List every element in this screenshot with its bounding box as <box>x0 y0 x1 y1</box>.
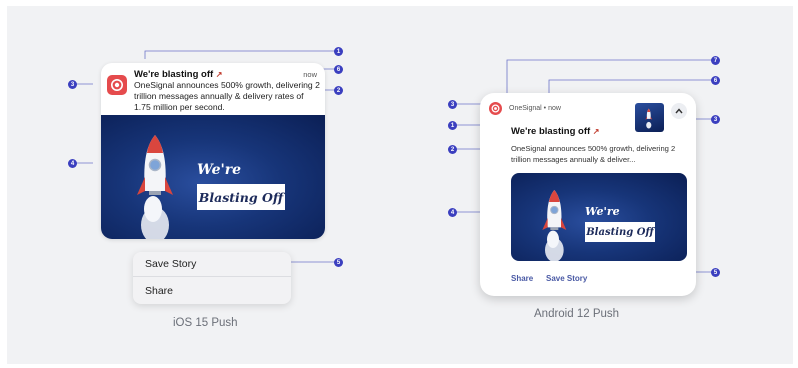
callout-marker: 4 <box>448 208 457 217</box>
android-hero-image: We're Blasting Off <box>511 173 687 261</box>
ios-caption: iOS 15 Push <box>173 317 238 329</box>
android-notification-card[interactable]: OneSignal • now We're blasting off ↗ One… <box>480 93 696 296</box>
ios-notification-timestamp: now <box>303 70 317 79</box>
android-thumbnail-image <box>635 103 664 132</box>
android-hero-text-line1: We're <box>585 205 620 218</box>
menu-item-save-story[interactable]: Save Story <box>133 252 291 277</box>
onesignal-app-icon <box>489 102 502 115</box>
ios-hero-text-line1: We're <box>197 162 242 178</box>
callout-marker: 5 <box>711 268 720 277</box>
callout-marker: 1 <box>448 121 457 130</box>
ios-notification-card[interactable]: We're blasting off ↗ now OneSignal annou… <box>101 63 325 239</box>
menu-item-share[interactable]: Share <box>133 278 291 303</box>
callout-marker: 6 <box>334 65 343 74</box>
android-action-share[interactable]: Share <box>511 274 533 283</box>
collapse-button[interactable] <box>671 103 687 119</box>
onesignal-app-icon <box>107 75 127 95</box>
ios-notification-title: We're blasting off ↗ <box>134 69 223 80</box>
ios-hero-text-box: Blasting Off <box>197 184 285 210</box>
callout-marker: 3 <box>448 100 457 109</box>
ios-hero-image: We're Blasting Off <box>101 115 325 239</box>
android-caption: Android 12 Push <box>534 308 620 320</box>
callout-marker: 2 <box>448 145 457 154</box>
comparison-canvas: We're blasting off ↗ now OneSignal annou… <box>7 6 793 364</box>
android-app-name: OneSignal <box>509 105 542 112</box>
rocket-icon <box>542 190 567 261</box>
rocket-icon <box>137 135 173 239</box>
rocket-icon <box>645 108 653 129</box>
ios-hero-text-line2: Blasting Off <box>198 189 284 205</box>
android-hero-text-box: Blasting Off <box>585 222 655 242</box>
ios-notification-body: OneSignal announces 500% growth, deliver… <box>134 80 320 112</box>
ios-context-menu: Save Story Share <box>133 252 291 304</box>
callout-marker: 7 <box>711 56 720 65</box>
android-notification-timestamp: now <box>548 105 561 112</box>
callout-marker: 3 <box>68 80 77 89</box>
chevron-up-icon <box>675 108 683 114</box>
callout-marker: 5 <box>334 258 343 267</box>
android-notification-title: We're blasting off ↗ <box>511 126 600 137</box>
android-notification-body: OneSignal announces 500% growth, deliver… <box>511 144 676 164</box>
rocket-emoji-icon: ↗ <box>215 70 223 79</box>
callout-marker: 2 <box>334 86 343 95</box>
callout-marker: 1 <box>334 47 343 56</box>
android-app-header: OneSignal • now <box>509 105 561 112</box>
android-action-save-story[interactable]: Save Story <box>546 274 587 283</box>
android-hero-text-line2: Blasting Off <box>586 226 654 238</box>
callout-marker: 3 <box>711 115 720 124</box>
rocket-emoji-icon: ↗ <box>592 127 600 136</box>
callout-marker: 6 <box>711 76 720 85</box>
callout-marker: 4 <box>68 159 77 168</box>
